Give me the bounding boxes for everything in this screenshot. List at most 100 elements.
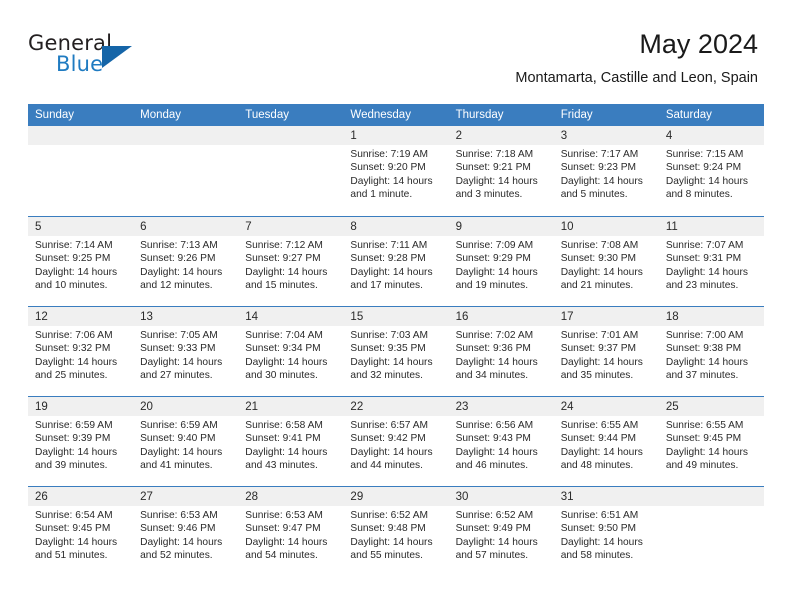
day-cell[interactable]: 8 Sunrise: 7:11 AM Sunset: 9:28 PM Daylight… (343, 217, 449, 306)
calendar-week-row: 19 Sunrise: 6:59 AM Sunset: 9:39 PM Dayligh… (28, 396, 764, 486)
day-cell[interactable]: 4 Sunrise: 7:15 AM Sunset: 9:24 PM Daylight… (658, 126, 764, 216)
day-number-band: 17 (553, 307, 659, 326)
sunset-text: Sunset: 9:44 PM (560, 433, 637, 445)
sunset-text: Sunset: 9:42 PM (350, 433, 426, 445)
day-cell[interactable]: 16 Sunrise: 7:02 AM Sunset: 9:36 PM Dayligh… (448, 307, 554, 396)
day-cell[interactable]: 5 Sunrise: 7:14 AM Sunset: 9:25 PM Daylight… (28, 217, 134, 306)
day-cell[interactable]: 21 Sunrise: 6:58 AM Sunset: 9:41 PM Dayligh… (238, 397, 344, 486)
day-cell[interactable]: 27 Sunrise: 6:53 AM Sunset: 9:46 PM Dayligh… (133, 487, 239, 576)
daylight-text-line2: and 51 minutes. (35, 549, 108, 561)
day-cell[interactable]: 19 Sunrise: 6:59 AM Sunset: 9:39 PM Dayligh… (28, 397, 134, 486)
daylight-text-line2: and 41 minutes. (140, 459, 213, 471)
calendar-page: General Blue May 2024 Montamarta, Castil… (0, 0, 792, 612)
day-cell[interactable]: 18 Sunrise: 7:00 AM Sunset: 9:38 PM Dayligh… (658, 307, 764, 396)
day-number-band: 21 (238, 397, 344, 416)
day-cell[interactable]: 14 Sunrise: 7:04 AM Sunset: 9:34 PM Dayligh… (238, 307, 344, 396)
daylight-text-line2: and 35 minutes. (560, 369, 634, 381)
day-details: Sunrise: 6:54 AM Sunset: 9:45 PM Daylight:… (28, 506, 133, 562)
daylight-text-line1: Daylight: 14 hours (665, 356, 748, 368)
sunset-text: Sunset: 9:43 PM (455, 433, 531, 445)
daylight-text-line2: and 1 minute. (350, 188, 413, 200)
day-number-band: 12 (28, 307, 134, 326)
day-cell[interactable]: 13 Sunrise: 7:05 AM Sunset: 9:33 PM Dayligh… (133, 307, 239, 396)
sunrise-text: Sunrise: 7:07 AM (665, 240, 744, 251)
weekday-header-saturday: Saturday (665, 109, 712, 121)
day-cell[interactable]: 25 Sunrise: 6:55 AM Sunset: 9:45 PM Dayligh… (658, 397, 764, 486)
sunrise-text: Sunrise: 7:03 AM (350, 330, 429, 341)
sunset-text: Sunset: 9:50 PM (560, 523, 637, 535)
day-details: Sunrise: 6:55 AM Sunset: 9:45 PM Daylight:… (659, 416, 764, 472)
daylight-text-line1: Daylight: 14 hours (560, 356, 643, 368)
day-details: Sunrise: 7:04 AM Sunset: 9:34 PM Daylight:… (238, 326, 343, 382)
day-cell[interactable]: 30 Sunrise: 6:52 AM Sunset: 9:49 PM Dayligh… (448, 487, 554, 576)
day-cell[interactable]: 23 Sunrise: 6:56 AM Sunset: 9:43 PM Dayligh… (448, 397, 554, 486)
day-cell[interactable]: 24 Sunrise: 6:55 AM Sunset: 9:44 PM Dayligh… (553, 397, 659, 486)
day-number: 4 (665, 130, 673, 142)
daylight-text-line1: Daylight: 14 hours (35, 266, 118, 278)
sunset-text: Sunset: 9:36 PM (455, 343, 531, 355)
day-details (659, 506, 764, 509)
day-cell[interactable]: 7 Sunrise: 7:12 AM Sunset: 9:27 PM Daylight… (238, 217, 344, 306)
day-details: Sunrise: 7:01 AM Sunset: 9:37 PM Daylight:… (554, 326, 659, 382)
daylight-text-line2: and 58 minutes. (560, 549, 634, 561)
day-number-band: 15 (343, 307, 449, 326)
day-number-band: 5 (28, 217, 134, 236)
sunrise-text: Sunrise: 6:51 AM (560, 510, 639, 521)
daylight-text-line1: Daylight: 14 hours (245, 356, 328, 368)
day-cell[interactable]: 17 Sunrise: 7:01 AM Sunset: 9:37 PM Dayligh… (553, 307, 659, 396)
day-details (238, 145, 343, 148)
day-cell[interactable]: 9 Sunrise: 7:09 AM Sunset: 9:29 PM Daylight… (448, 217, 554, 306)
sunset-text: Sunset: 9:34 PM (245, 343, 321, 355)
day-details: Sunrise: 6:52 AM Sunset: 9:48 PM Daylight:… (343, 506, 448, 562)
day-cell[interactable]: 22 Sunrise: 6:57 AM Sunset: 9:42 PM Dayligh… (343, 397, 449, 486)
day-details: Sunrise: 6:52 AM Sunset: 9:49 PM Daylight:… (449, 506, 554, 562)
day-cell[interactable]: 26 Sunrise: 6:54 AM Sunset: 9:45 PM Dayligh… (28, 487, 134, 576)
day-number: 22 (350, 401, 364, 413)
day-cell[interactable]: 11 Sunrise: 7:07 AM Sunset: 9:31 PM Dayligh… (658, 217, 764, 306)
sunrise-text: Sunrise: 7:02 AM (455, 330, 534, 341)
day-number-band: 25 (658, 397, 764, 416)
day-cell[interactable]: 28 Sunrise: 6:53 AM Sunset: 9:47 PM Dayligh… (238, 487, 344, 576)
sunrise-text: Sunrise: 7:19 AM (350, 149, 429, 160)
sunrise-text: Sunrise: 7:05 AM (140, 330, 218, 341)
day-cell[interactable]: 31 Sunrise: 6:51 AM Sunset: 9:50 PM Dayligh… (553, 487, 659, 576)
day-number: 16 (455, 311, 469, 323)
sunrise-text: Sunrise: 7:01 AM (560, 330, 639, 341)
day-cell[interactable]: 1 Sunrise: 7:19 AM Sunset: 9:20 PM Daylight… (343, 126, 449, 216)
day-details: Sunrise: 7:00 AM Sunset: 9:38 PM Daylight:… (659, 326, 764, 382)
day-number: 3 (560, 130, 568, 142)
day-cell[interactable]: 6 Sunrise: 7:13 AM Sunset: 9:26 PM Daylight… (133, 217, 239, 306)
day-details: Sunrise: 7:17 AM Sunset: 9:23 PM Daylight:… (554, 145, 659, 201)
sunset-text: Sunset: 9:26 PM (140, 253, 216, 265)
daylight-text-line1: Daylight: 14 hours (560, 536, 643, 548)
day-cell[interactable]: 10 Sunrise: 7:08 AM Sunset: 9:30 PM Dayligh… (553, 217, 659, 306)
daylight-text-line2: and 15 minutes. (245, 279, 318, 291)
calendar-week-row: 1 Sunrise: 7:19 AM Sunset: 9:20 PM Daylight… (28, 126, 764, 216)
daylight-text-line1: Daylight: 14 hours (350, 266, 433, 278)
daylight-text-line2: and 5 minutes. (560, 188, 628, 200)
day-cell[interactable]: 3 Sunrise: 7:17 AM Sunset: 9:23 PM Daylight… (553, 126, 659, 216)
sunrise-text: Sunrise: 7:12 AM (245, 240, 323, 251)
sunset-text: Sunset: 9:21 PM (455, 162, 531, 174)
sunrise-text: Sunrise: 7:17 AM (560, 149, 639, 160)
daylight-text-line2: and 44 minutes. (350, 459, 423, 471)
daylight-text-line2: and 23 minutes. (665, 279, 739, 291)
day-number: 12 (35, 311, 48, 323)
title-block: May 2024 Montamarta, Castille and Leon, … (515, 28, 758, 88)
general-blue-logo[interactable]: General Blue (28, 32, 158, 88)
day-number: 14 (245, 311, 259, 323)
day-details: Sunrise: 6:56 AM Sunset: 9:43 PM Daylight:… (449, 416, 554, 472)
sunrise-text: Sunrise: 6:54 AM (35, 510, 113, 521)
daylight-text-line2: and 27 minutes. (140, 369, 213, 381)
day-cell[interactable]: 2 Sunrise: 7:18 AM Sunset: 9:21 PM Daylight… (448, 126, 554, 216)
calendar-week-row: 26 Sunrise: 6:54 AM Sunset: 9:45 PM Dayligh… (28, 486, 764, 576)
day-number-band: 24 (553, 397, 659, 416)
day-cell[interactable]: 20 Sunrise: 6:59 AM Sunset: 9:40 PM Dayligh… (133, 397, 239, 486)
sunset-text: Sunset: 9:29 PM (455, 253, 531, 265)
day-cell[interactable]: 12 Sunrise: 7:06 AM Sunset: 9:32 PM Dayligh… (28, 307, 134, 396)
day-number-band: 9 (448, 217, 554, 236)
day-number: 21 (245, 401, 259, 413)
day-cell[interactable]: 15 Sunrise: 7:03 AM Sunset: 9:35 PM Dayligh… (343, 307, 449, 396)
day-cell[interactable]: 29 Sunrise: 6:52 AM Sunset: 9:48 PM Dayligh… (343, 487, 449, 576)
sunrise-text: Sunrise: 7:13 AM (140, 240, 218, 251)
